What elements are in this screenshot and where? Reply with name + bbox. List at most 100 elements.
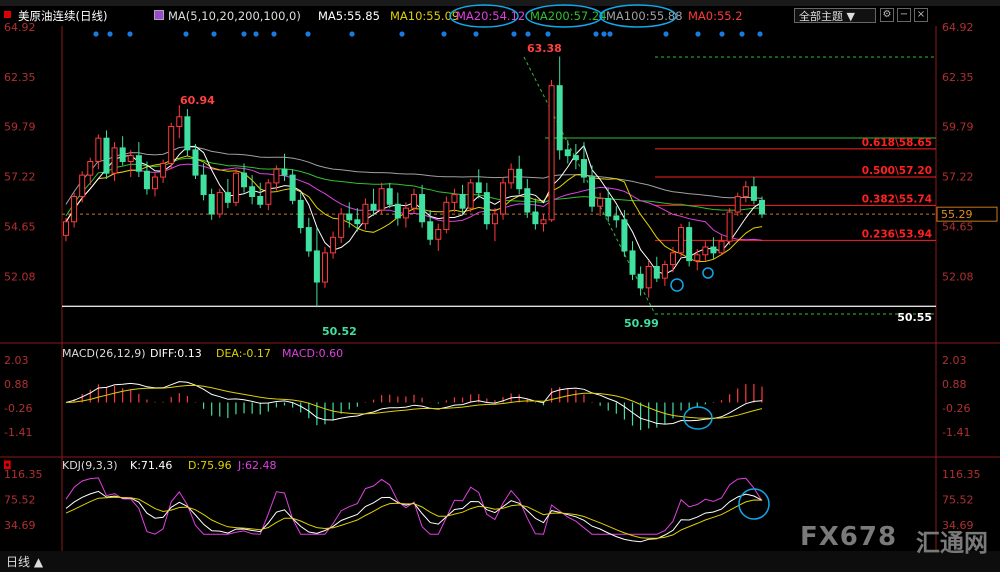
price-axis-label-left: 62.35 xyxy=(4,71,36,84)
macd-axis-label-right: -1.41 xyxy=(942,426,970,439)
highlight-circle xyxy=(738,488,770,520)
candle-body xyxy=(281,168,288,176)
highlight-ellipse xyxy=(525,4,603,28)
candle-body xyxy=(726,211,733,242)
candle-body xyxy=(273,168,280,184)
candle-body xyxy=(257,195,264,205)
candle-body xyxy=(208,194,215,215)
signal-dot xyxy=(183,31,189,37)
signal-dot xyxy=(593,31,599,37)
candle-body xyxy=(289,174,296,201)
fib-level-label: 0.500\57.20 xyxy=(862,165,932,177)
candle-body xyxy=(694,254,701,262)
candle-body xyxy=(338,213,345,238)
candle-body xyxy=(224,192,231,203)
candle-body xyxy=(629,250,636,275)
candle-body xyxy=(653,265,660,279)
candle-body xyxy=(491,213,498,225)
signal-dot xyxy=(253,31,259,37)
candle-body xyxy=(475,182,482,194)
candle-body xyxy=(111,147,118,174)
signal-dot xyxy=(511,31,517,37)
kdj-axis-label-left: 116.35 xyxy=(4,468,43,481)
kdj-j-line xyxy=(65,477,763,535)
signal-dot xyxy=(601,31,607,37)
signal-dot xyxy=(757,31,763,37)
candle-body xyxy=(216,192,223,215)
candle-body xyxy=(524,188,531,213)
signal-dot xyxy=(399,31,405,37)
period-tab[interactable]: 日线 ▲ xyxy=(6,553,43,570)
candle-body xyxy=(678,227,685,254)
candle-body xyxy=(362,203,369,225)
kdj-axis-label-left: 75.52 xyxy=(4,494,36,507)
candle-body xyxy=(297,199,304,229)
candle-body xyxy=(249,186,256,197)
candle-body xyxy=(661,264,668,279)
candle-body xyxy=(467,182,474,209)
candle-body xyxy=(184,116,191,151)
candle-body xyxy=(580,159,587,178)
candle-body xyxy=(508,168,515,184)
macd-axis-label-right: -0.26 xyxy=(942,402,970,415)
candle-body xyxy=(419,194,426,223)
candle-body xyxy=(572,155,579,161)
candle-body xyxy=(305,227,312,252)
candle-body xyxy=(313,250,320,283)
candle-body xyxy=(394,203,401,219)
candle-body xyxy=(321,252,328,283)
candle-body xyxy=(62,221,70,236)
candle-body xyxy=(435,229,442,240)
watermark-cn: 汇通网 xyxy=(916,529,988,557)
candle-body xyxy=(232,172,239,203)
candle-body xyxy=(589,176,596,207)
candle-body xyxy=(459,194,466,209)
candle-body xyxy=(386,188,393,205)
signal-dot xyxy=(473,31,479,37)
candle-body xyxy=(702,246,709,256)
candle-body xyxy=(605,197,612,217)
highlight-ellipse xyxy=(449,4,519,28)
candle-body xyxy=(95,137,102,163)
candle-body xyxy=(402,207,409,219)
kdj-axis-label-left: 34.69 xyxy=(4,519,36,532)
candle-body xyxy=(119,147,126,163)
kdj-axis-label-right: 116.35 xyxy=(942,468,981,481)
candle-body xyxy=(540,219,547,225)
macd-axis-label-left: 0.88 xyxy=(4,378,29,391)
candle-body xyxy=(621,219,628,252)
fib-level-label: 0.618\58.65 xyxy=(862,137,932,149)
annotation-low-left: 50.52 xyxy=(322,325,357,338)
macd-axis-label-right: 2.03 xyxy=(942,354,967,367)
period-tab-label: 日线 xyxy=(6,555,31,569)
signal-dot xyxy=(349,31,355,37)
annotation-support: 50.55 xyxy=(897,311,932,324)
fib-level-label: 0.236\53.94 xyxy=(862,228,932,240)
candle-body xyxy=(87,161,94,176)
candle-body xyxy=(516,168,523,190)
candle-body xyxy=(548,85,555,221)
macd-axis-label-right: 0.88 xyxy=(942,378,967,391)
candle-body xyxy=(103,137,110,174)
signal-dot xyxy=(93,31,99,37)
macd-axis-label-left: 2.03 xyxy=(4,354,29,367)
candle-body xyxy=(500,182,507,215)
signal-dot xyxy=(127,31,133,37)
signal-dot xyxy=(441,31,447,37)
candle-body xyxy=(451,194,458,203)
macd-axis-label-left: -1.41 xyxy=(4,426,32,439)
price-axis-label-right: 59.79 xyxy=(942,121,974,134)
candle-body xyxy=(168,126,175,164)
candle-body xyxy=(564,149,571,157)
highlight-circle xyxy=(702,267,714,279)
signal-dot xyxy=(241,31,247,37)
price-chart[interactable]: 64.92 64.92 62.35 62.35 59.79 59.79 57.22 57.22… xyxy=(0,0,1000,572)
candle-body xyxy=(483,192,490,225)
price-axis-label-right: 54.65 xyxy=(942,221,974,234)
candle-body xyxy=(143,170,150,190)
candle-body xyxy=(718,240,725,254)
price-axis-label-right: 57.22 xyxy=(942,171,974,184)
candle-body xyxy=(637,273,644,289)
signal-dot xyxy=(739,31,745,37)
candle-body xyxy=(71,195,78,223)
